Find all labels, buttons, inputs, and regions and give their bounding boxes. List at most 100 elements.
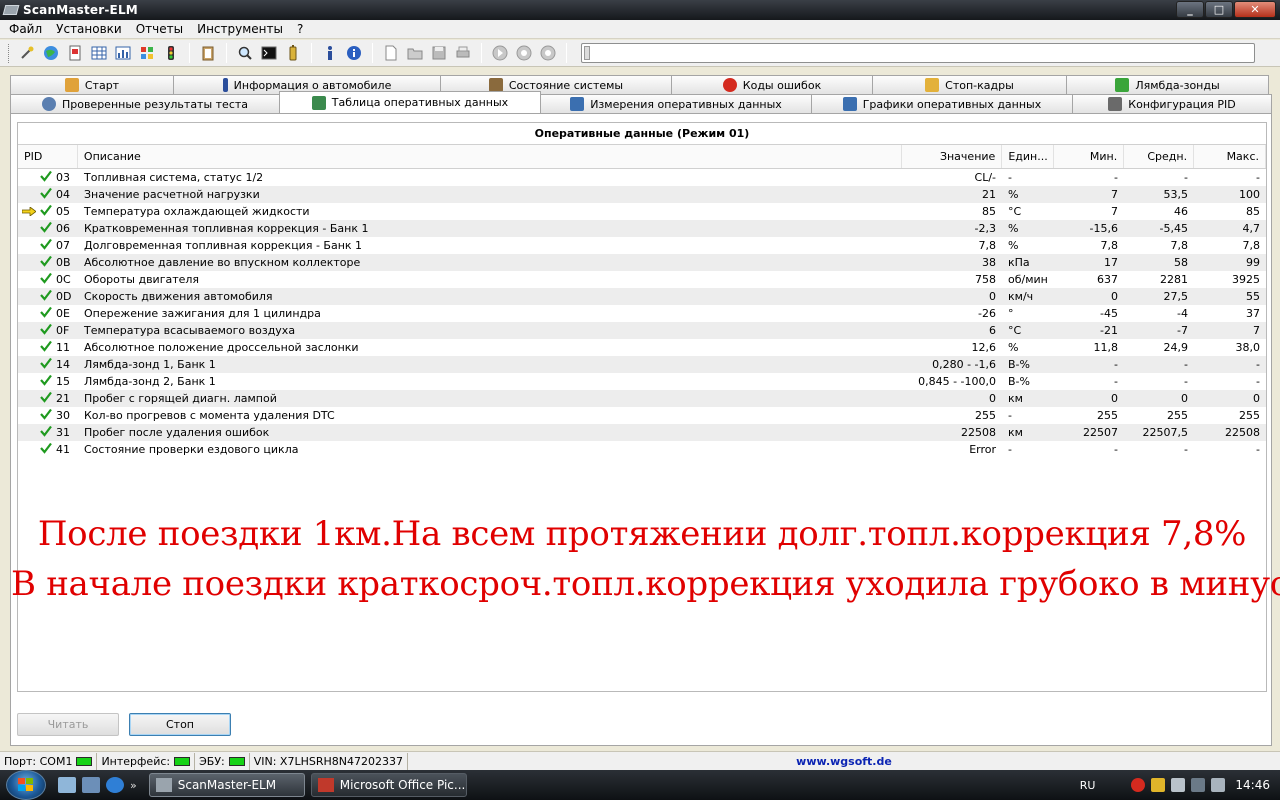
chart-icon[interactable]	[113, 43, 133, 63]
clock[interactable]: 14:46	[1235, 778, 1270, 792]
task-office-picture[interactable]: Microsoft Office Pic...	[310, 773, 467, 797]
internet-explorer-icon[interactable]	[106, 777, 124, 793]
save-icon[interactable]	[429, 43, 449, 63]
status-bar: Порт: COM1 Интерфейс: ЭБУ: VIN: X7LHSRH8…	[0, 751, 1280, 770]
table-icon	[311, 95, 326, 110]
table-row[interactable]: 0B Абсолютное давление во впускном коллек…	[18, 254, 1266, 271]
switch-windows-icon[interactable]	[82, 777, 100, 793]
start-button[interactable]	[0, 770, 52, 800]
minimize-button[interactable]: _	[1176, 1, 1204, 18]
row-description: Температура охлаждающей жидкости	[84, 205, 310, 218]
menu-tools[interactable]: Инструменты	[190, 22, 290, 36]
table-row[interactable]: 04 Значение расчетной нагрузки 21% 7 53,5 100	[18, 186, 1266, 203]
tab-freeze-frames[interactable]: Стоп-кадры	[872, 75, 1067, 94]
row-status-cell	[18, 288, 54, 305]
header-min[interactable]: Мин.	[1054, 145, 1125, 168]
row-description: Скорость движения автомобиля	[84, 290, 273, 303]
print-icon[interactable]	[453, 43, 473, 63]
progress-thumb[interactable]	[584, 46, 590, 60]
tab-test-results[interactable]: Проверенные результаты теста	[10, 94, 280, 113]
about-icon[interactable]	[344, 43, 364, 63]
table-row[interactable]: 0F Температура всасываемого воздуха 6 °C -21…	[18, 322, 1266, 339]
table-row[interactable]: 0E Опережение зажигания для 1 цилиндра -26…	[18, 305, 1266, 322]
tab-live-data-measurements[interactable]: Измерения оперативных данных	[540, 94, 812, 113]
show-desktop-icon[interactable]	[58, 777, 76, 793]
power-icon[interactable]	[1171, 778, 1186, 792]
table-row[interactable]: 05 Температура охлаждающей жидкости 85 °C 7 4…	[18, 203, 1266, 220]
language-indicator[interactable]: RU	[1080, 779, 1096, 792]
table-row[interactable]: 0D Скорость движения автомобиля 0 км/ч 0 27,5…	[18, 288, 1266, 305]
traffic-light-icon[interactable]	[161, 43, 181, 63]
tab-live-data-table[interactable]: Таблица оперативных данных	[279, 91, 541, 113]
new-file-icon[interactable]	[381, 43, 401, 63]
tab-start[interactable]: Старт	[10, 75, 174, 94]
play-icon[interactable]	[490, 43, 510, 63]
menu-settings[interactable]: Установки	[49, 22, 129, 36]
document-icon[interactable]	[65, 43, 85, 63]
grid-title: Оперативные данные (Режим 01)	[18, 123, 1266, 145]
table-row[interactable]: 14 Лямбда-зонд 1, Банк 1 0,280 - -1,6 В-% - -…	[18, 356, 1266, 373]
header-pid[interactable]: PID	[18, 145, 78, 168]
terminal-icon[interactable]	[259, 43, 279, 63]
clipboard-icon[interactable]	[198, 43, 218, 63]
tab-live-data-graphs[interactable]: Графики оперативных данных	[811, 94, 1073, 113]
header-avg[interactable]: Средн.	[1124, 145, 1195, 168]
stop-button[interactable]: Стоп	[129, 713, 231, 736]
windows-flag-icon[interactable]	[137, 43, 157, 63]
check-icon	[40, 170, 52, 182]
table-row[interactable]: 31 Пробег после удаления ошибок 22508 км 225…	[18, 424, 1266, 441]
table-row[interactable]: 30 Кол-во прогревов с момента удаления DT…	[18, 407, 1266, 424]
table-row[interactable]: 15 Лямбда-зонд 2, Банк 1 0,845 - -100,0 В-%…	[18, 373, 1266, 390]
task-scanmaster[interactable]: ScanMaster-ELM	[148, 773, 305, 797]
volume-icon[interactable]	[1211, 778, 1226, 792]
header-description[interactable]: Описание	[78, 145, 903, 168]
table-row[interactable]: 11 Абсолютное положение дроссельной засло…	[18, 339, 1266, 356]
table-row[interactable]: 21 Пробег с горящей диагн. лампой 0 км 0 0 0	[18, 390, 1266, 407]
port-led-icon	[76, 756, 93, 766]
quicklaunch-more[interactable]: »	[130, 779, 137, 792]
menu-help[interactable]: ?	[290, 22, 310, 36]
row-value: -2,3	[974, 222, 996, 235]
website-link[interactable]: www.wgsoft.de	[408, 753, 1280, 770]
row-unit: %	[1008, 341, 1019, 354]
row-description: Долговременная топливная коррекция - Бан…	[84, 239, 363, 252]
table-row[interactable]: 0C Обороты двигателя 758 об/мин 637 2281 3925	[18, 271, 1266, 288]
search-icon[interactable]	[235, 43, 255, 63]
header-unit[interactable]: Един...	[1002, 145, 1055, 168]
network-icon[interactable]	[1191, 778, 1206, 792]
table-row[interactable]: 06 Кратковременная топливная коррекция - …	[18, 220, 1266, 237]
info-icon[interactable]	[320, 43, 340, 63]
app-icon	[2, 5, 20, 15]
header-value[interactable]: Значение	[902, 145, 1003, 168]
row-value: 758	[975, 273, 996, 286]
stop-icon[interactable]	[538, 43, 558, 63]
menu-file[interactable]: Файл	[2, 22, 49, 36]
tab-oxygen-sensors[interactable]: Лямбда-зонды	[1066, 75, 1269, 94]
security-alert-icon[interactable]	[1131, 778, 1146, 792]
tab-pid-config[interactable]: Конфигурация PID	[1072, 94, 1272, 113]
connect-icon[interactable]	[17, 43, 37, 63]
read-button[interactable]: Читать	[17, 713, 119, 736]
header-max[interactable]: Макс.	[1194, 145, 1266, 168]
table-row[interactable]: 41 Состояние проверки ездового цикла Error…	[18, 441, 1266, 458]
row-max: 255	[1239, 409, 1260, 422]
tab-strip: Старт Информация о автомобиле Состояние …	[10, 75, 1272, 113]
battery-icon[interactable]	[283, 43, 303, 63]
close-button[interactable]: ✕	[1234, 1, 1276, 18]
pause-icon[interactable]	[514, 43, 534, 63]
status-ecu: ЭБУ:	[195, 752, 250, 770]
table-icon[interactable]	[89, 43, 109, 63]
maximize-button[interactable]: □	[1205, 1, 1233, 18]
globe-icon[interactable]	[41, 43, 61, 63]
row-max: -	[1256, 171, 1260, 184]
table-row[interactable]: 03 Топливная система, статус 1/2 CL/- - - - -	[18, 169, 1266, 186]
menu-reports[interactable]: Отчеты	[129, 22, 190, 36]
hand-icon	[64, 78, 79, 92]
open-file-icon[interactable]	[405, 43, 425, 63]
table-row[interactable]: 07 Долговременная топливная коррекция - Б…	[18, 237, 1266, 254]
ecu-label: ЭБУ:	[199, 754, 225, 768]
toolbar-separator	[226, 43, 227, 63]
row-description: Кол-во прогревов с момента удаления DTC	[84, 409, 335, 422]
tab-error-codes[interactable]: Коды ошибок	[671, 75, 873, 94]
antivirus-icon[interactable]	[1151, 778, 1166, 792]
